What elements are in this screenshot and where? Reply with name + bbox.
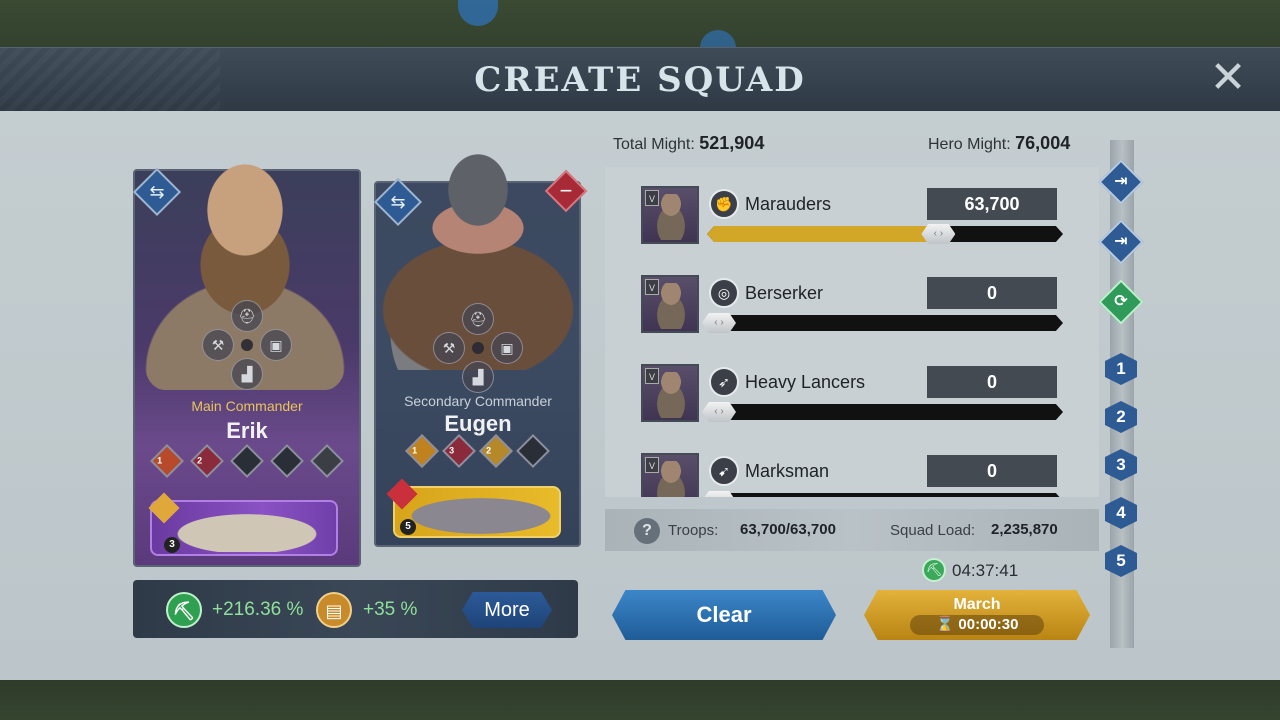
close-icon[interactable]: ✕ [1208, 56, 1248, 100]
pet-level-badge: 3 [164, 537, 180, 553]
squad-load-label: Squad Load: [890, 522, 976, 539]
boots-slot-icon[interactable]: ▟ [462, 361, 494, 393]
troops-value: 63,700/63,700 [740, 521, 836, 538]
main-gear-ring[interactable]: ⛑ ⚒ ▣ ▟ [202, 300, 292, 390]
secondary-gear-ring[interactable]: ⛑ ⚒ ▣ ▟ [433, 303, 523, 393]
tier-badge: V [645, 190, 659, 206]
slider-handle[interactable]: ‹ › [921, 224, 956, 244]
slider-handle[interactable]: ‹ › [702, 313, 736, 333]
troops-label: Troops: [668, 522, 719, 539]
troop-list[interactable]: V ✊ Marauders 63,700 ‹ › V ◎ Berserker 0… [605, 167, 1099, 497]
fist-icon: ✊ [709, 189, 739, 219]
map-background-top [0, 0, 1280, 48]
lance-icon: ➶ [709, 367, 739, 397]
main-commander-role: Main Commander [191, 398, 303, 414]
gather-timer: 04:37:41 [952, 561, 1019, 580]
shield-icon: ◎ [709, 278, 739, 308]
troop-name: Marauders [745, 194, 832, 214]
troop-row: V ➹ Marksman 0 ‹ › [605, 434, 1099, 497]
pet-level-badge: 5 [400, 519, 416, 535]
hourglass-icon: ⌛ [935, 616, 955, 633]
troop-row: V ◎ Berserker 0 ‹ › [605, 256, 1099, 344]
slider-handle[interactable]: ‹ › [702, 491, 736, 497]
troop-slider[interactable] [707, 404, 1063, 420]
more-button[interactable]: More [462, 592, 552, 628]
page-title: CREATE SQUAD [474, 60, 806, 100]
tier-badge: V [645, 368, 659, 384]
clear-button[interactable]: Clear [612, 590, 836, 640]
total-might: Total Might: 521,904 [613, 133, 765, 153]
main-commander-name: Erik [226, 418, 268, 443]
swap-icon: ⇆ [390, 192, 406, 212]
tier-badge: V [645, 457, 659, 473]
armor-slot-icon[interactable]: ▣ [260, 329, 292, 361]
bow-icon: ➹ [709, 456, 739, 486]
slider-handle[interactable]: ‹ › [702, 402, 736, 422]
troop-count-input[interactable]: 63,700 [927, 188, 1057, 220]
helmet-slot-icon[interactable]: ⛑ [462, 303, 494, 335]
map-background-bottom [0, 680, 1280, 720]
helmet-slot-icon[interactable]: ⛑ [231, 300, 263, 332]
load-bonus-value: +35 % [363, 599, 418, 620]
troop-count-input[interactable]: 0 [927, 366, 1057, 398]
march-time: ⌛ 00:00:30 [910, 615, 1044, 635]
boots-slot-icon[interactable]: ▟ [231, 358, 263, 390]
troop-count-input[interactable]: 0 [927, 277, 1057, 309]
secondary-commander-name: Eugen [444, 411, 512, 436]
march-label: March [953, 596, 1001, 613]
troop-name: Heavy Lancers [745, 372, 866, 392]
troop-slider[interactable] [707, 226, 1063, 242]
secondary-commander-role: Secondary Commander [404, 393, 552, 409]
troop-portrait: V [641, 453, 699, 497]
troop-portrait: V [641, 364, 699, 422]
gather-speed-icon: ⛏ [166, 592, 202, 628]
troop-row: V ➶ Heavy Lancers 0 ‹ › [605, 345, 1099, 433]
minus-icon: − [559, 178, 573, 203]
armor-slot-icon[interactable]: ▣ [491, 332, 523, 364]
gather-icon: ⛏ [922, 558, 946, 582]
squad-load-value: 2,235,870 [991, 521, 1058, 538]
title-bar: CREATE SQUAD [0, 47, 1280, 112]
weapon-slot-icon[interactable]: ⚒ [202, 329, 234, 361]
load-icon: ▤ [316, 592, 352, 628]
troop-row: V ✊ Marauders 63,700 ‹ › [605, 167, 1099, 255]
swap-icon: ⇆ [149, 182, 165, 202]
troop-slider[interactable] [707, 315, 1063, 331]
troop-count-input[interactable]: 0 [927, 455, 1057, 487]
weapon-slot-icon[interactable]: ⚒ [433, 332, 465, 364]
troop-portrait: V [641, 186, 699, 244]
troop-name: Berserker [745, 283, 824, 303]
troop-name: Marksman [745, 461, 830, 481]
gather-bonus-value: +216.36 % [212, 599, 304, 620]
help-icon[interactable]: ? [634, 518, 660, 544]
hero-might: Hero Might: 76,004 [928, 133, 1071, 153]
secondary-pet-horse[interactable] [393, 486, 561, 538]
tier-badge: V [645, 279, 659, 295]
troop-portrait: V [641, 275, 699, 333]
troop-slider[interactable] [707, 493, 1063, 497]
